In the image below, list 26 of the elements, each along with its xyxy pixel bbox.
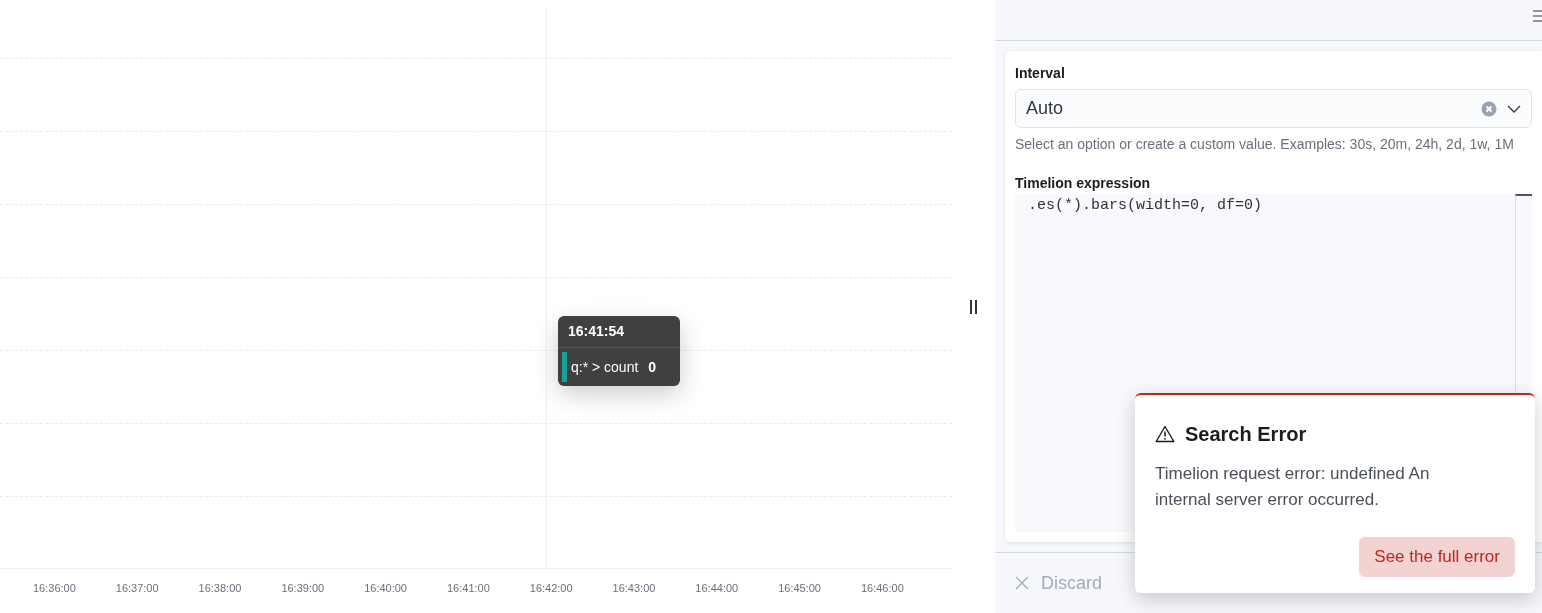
resize-handle-icon[interactable] — [970, 299, 977, 314]
toast-title: Search Error — [1185, 422, 1307, 447]
axis-label: 16:43:00 — [611, 581, 657, 596]
axis-label: 16:41:00 — [445, 581, 491, 596]
axis-label: 16:46:00 — [859, 581, 905, 596]
help-text: Select an option or create a custom value. Examples: 30s, 20m, 24h, 2d, 1w, 1M — [1015, 135, 1515, 154]
close-icon — [1015, 576, 1029, 590]
tooltip-value: 0 — [648, 357, 657, 377]
axis-label: 16:45:00 — [777, 581, 822, 596]
axis-label: 16:40:00 — [363, 581, 408, 596]
see-full-error-button[interactable]: See the full error — [1359, 537, 1515, 577]
field-label: Interval — [1015, 64, 1066, 83]
tooltip-time: 16:41:54 — [558, 316, 680, 348]
tooltip-series: q:* > count — [571, 357, 639, 377]
chevron-down-icon[interactable] — [1507, 104, 1521, 113]
warning-icon — [1155, 425, 1175, 443]
axis-label: 16:37:00 — [114, 581, 160, 596]
axis-label: 16:42:00 — [528, 581, 574, 596]
field-label: Timelion expression — [1015, 174, 1152, 193]
axis-label: 16:36:00 — [32, 581, 77, 596]
toast-message: Timelion request error: undefined An internal server error occurred. — [1155, 463, 1431, 511]
axis-label: 16:44:00 — [694, 581, 740, 596]
clear-icon[interactable] — [1481, 100, 1497, 117]
interval-select[interactable]: Auto — [1015, 89, 1532, 128]
axis-label: 16:39:00 — [280, 581, 326, 596]
axis-label: 16:38:00 — [197, 581, 243, 596]
